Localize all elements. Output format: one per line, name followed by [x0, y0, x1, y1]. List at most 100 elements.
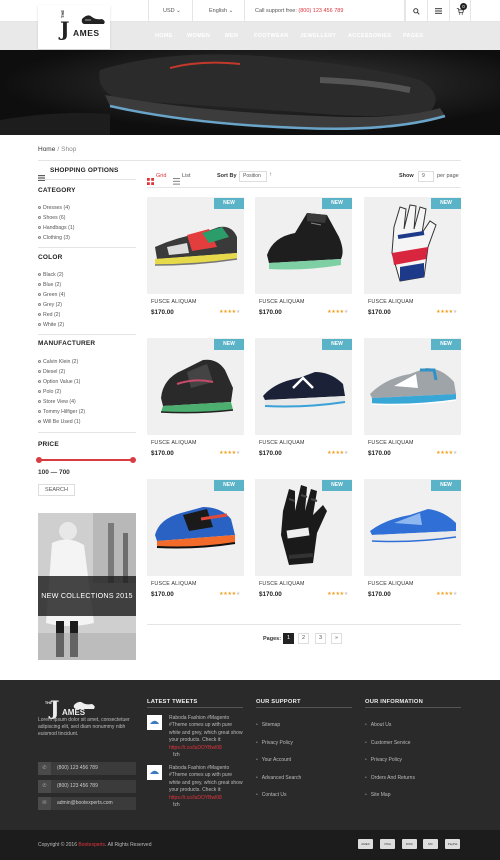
- product-name[interactable]: FUSCE ALIQUAM: [368, 440, 414, 446]
- currency-select[interactable]: USD ⌄: [148, 0, 192, 22]
- product-image[interactable]: [364, 479, 461, 576]
- color-item[interactable]: Grey (2): [38, 300, 65, 310]
- language-select[interactable]: English ⌄: [192, 0, 244, 22]
- sort-select[interactable]: Position: [239, 171, 267, 182]
- product-image[interactable]: [147, 197, 244, 294]
- manufacturer-item[interactable]: Will Be Used (1): [38, 417, 85, 427]
- product-name[interactable]: FUSCE ALIQUAM: [368, 581, 414, 587]
- product-card[interactable]: NEW FUSCE ALIQUAM $170.00 ★★★★★: [255, 479, 352, 609]
- manufacturer-item[interactable]: Diesel (2): [38, 367, 85, 377]
- breadcrumb-home[interactable]: Home: [38, 146, 55, 153]
- nav-item-footwear[interactable]: FOOTWEAR: [254, 22, 288, 50]
- nav-item-pages[interactable]: PAGES: [403, 22, 423, 50]
- footer-phone-1: ✆ (800) 123 456 789: [38, 762, 136, 775]
- nav-item-home[interactable]: HOME: [155, 22, 173, 50]
- product-image[interactable]: [147, 479, 244, 576]
- next-page-button[interactable]: »: [331, 633, 342, 644]
- phone-value: (800) 123 456 789: [57, 765, 98, 771]
- sort-direction-icon[interactable]: ↑: [269, 172, 272, 178]
- email-value: admin@bootexperts.com: [57, 800, 113, 806]
- tweet-meta: fzh: [173, 752, 180, 759]
- footer-link-privacy-policy[interactable]: Privacy Policy: [365, 756, 415, 774]
- category-item[interactable]: Clothing (3): [38, 233, 74, 243]
- footer-link-sitemap[interactable]: Sitemap: [256, 721, 301, 739]
- color-item[interactable]: Black (2): [38, 270, 65, 280]
- hero-banner: [0, 50, 500, 135]
- category-item[interactable]: Shoes (6): [38, 213, 74, 223]
- tweet-link[interactable]: https://t.co/luDOYBwl08: [169, 745, 222, 751]
- product-image[interactable]: [255, 197, 352, 294]
- footer-link-about[interactable]: About Us: [365, 721, 415, 739]
- color-item[interactable]: Red (2): [38, 310, 65, 320]
- product-image[interactable]: [364, 338, 461, 435]
- manufacturer-item[interactable]: Tommy Hilfiger (2): [38, 407, 85, 417]
- manufacturer-item[interactable]: Option Value (1): [38, 377, 85, 387]
- color-item[interactable]: Blue (2): [38, 280, 65, 290]
- copyright-brand-link[interactable]: Bootexperts: [78, 842, 105, 848]
- product-image[interactable]: [255, 338, 352, 435]
- footer-link-privacy[interactable]: Privacy Policy: [256, 739, 301, 757]
- color-item[interactable]: Green (4): [38, 290, 65, 300]
- menu-button[interactable]: [427, 0, 449, 22]
- copyright-prefix: Copyright © 2016: [38, 842, 79, 848]
- category-item[interactable]: Handbags (1): [38, 223, 74, 233]
- product-price: $170.00: [151, 591, 174, 598]
- product-image[interactable]: [364, 197, 461, 294]
- category-item[interactable]: Dresses (4): [38, 203, 74, 213]
- footer-email[interactable]: ✉ admin@bootexperts.com: [38, 797, 136, 810]
- tweet-link[interactable]: https://t.co/luDOYBwl08: [169, 795, 222, 801]
- product-card[interactable]: NEW FUSCE ALIQUAM $170.00 ★★★★★: [364, 479, 461, 609]
- product-image[interactable]: [147, 338, 244, 435]
- show-select[interactable]: 9: [418, 171, 434, 182]
- footer-link-contact[interactable]: Contact Us: [256, 791, 301, 809]
- nav-item-men[interactable]: MEN: [225, 22, 238, 50]
- new-badge: NEW: [431, 198, 461, 209]
- footer-link-account[interactable]: Your Account: [256, 756, 301, 774]
- footer-link-orders-returns[interactable]: Orders And Returns: [365, 774, 415, 792]
- search-button[interactable]: [405, 0, 427, 22]
- price-slider-max-handle[interactable]: [130, 457, 136, 463]
- footer-link-advanced-search[interactable]: Advanced Search: [256, 774, 301, 792]
- footer-link-site-map[interactable]: Site Map: [365, 791, 415, 809]
- product-name[interactable]: FUSCE ALIQUAM: [151, 299, 197, 305]
- cart-button[interactable]: 0: [449, 0, 471, 22]
- breadcrumb-separator: /: [57, 146, 60, 153]
- nav-item-women[interactable]: WOMEN: [187, 22, 210, 50]
- site-logo[interactable]: THE J AMES: [38, 5, 110, 49]
- support-info: Call support free: (800) 123 456 789: [244, 0, 405, 22]
- divider: [147, 187, 461, 188]
- product-name[interactable]: FUSCE ALIQUAM: [151, 581, 197, 587]
- grid-view-label[interactable]: Grid: [156, 173, 166, 179]
- price-slider[interactable]: [36, 457, 136, 463]
- product-name[interactable]: FUSCE ALIQUAM: [259, 299, 305, 305]
- page-button-1[interactable]: 1: [283, 633, 294, 644]
- product-name[interactable]: FUSCE ALIQUAM: [151, 440, 197, 446]
- page-button-3[interactable]: 3: [315, 633, 326, 644]
- page-button-2[interactable]: 2: [298, 633, 309, 644]
- manufacturer-item[interactable]: Calvin Klein (2): [38, 357, 85, 367]
- nav-item-jewellery[interactable]: JEWELLERY: [300, 22, 336, 50]
- product-image[interactable]: [255, 479, 352, 576]
- product-card[interactable]: NEW FUSCE ALIQUAM $170.00 ★★★★★: [147, 479, 244, 609]
- list-view-label[interactable]: List: [182, 173, 191, 179]
- visa-icon: VISA: [380, 839, 395, 849]
- sort-by-label: Sort By: [217, 173, 237, 179]
- nav-item-accessories[interactable]: ACCESSORIES: [348, 22, 391, 50]
- product-card[interactable]: NEW FUSCE ALIQUAM $170.00 ★★★★★: [364, 197, 461, 327]
- manufacturer-item[interactable]: Polo (2): [38, 387, 85, 397]
- price-slider-min-handle[interactable]: [36, 457, 42, 463]
- footer-link-customer-service[interactable]: Customer Service: [365, 739, 415, 757]
- product-card[interactable]: NEW FUSCE ALIQUAM $170.00 ★★★★★: [147, 197, 244, 327]
- product-card[interactable]: NEW FUSCE ALIQUAM $170.00 ★★★★★: [255, 338, 352, 468]
- color-item[interactable]: White (2): [38, 320, 65, 330]
- new-collections-banner[interactable]: NEW COLLECTIONS 2015: [38, 513, 136, 660]
- price-search-button[interactable]: SEARCH: [38, 484, 75, 496]
- product-name[interactable]: FUSCE ALIQUAM: [259, 440, 305, 446]
- manufacturer-item[interactable]: Store View (4): [38, 397, 85, 407]
- product-name[interactable]: FUSCE ALIQUAM: [259, 581, 305, 587]
- product-card[interactable]: NEW FUSCE ALIQUAM $170.00 ★★★★★: [364, 338, 461, 468]
- product-card[interactable]: NEW FUSCE ALIQUAM $170.00 ★★★★★: [147, 338, 244, 468]
- product-card[interactable]: NEW FUSCE ALIQUAM $170.00 ★★★★★: [255, 197, 352, 327]
- product-name[interactable]: FUSCE ALIQUAM: [368, 299, 414, 305]
- chevron-down-icon: ⌄: [228, 8, 234, 14]
